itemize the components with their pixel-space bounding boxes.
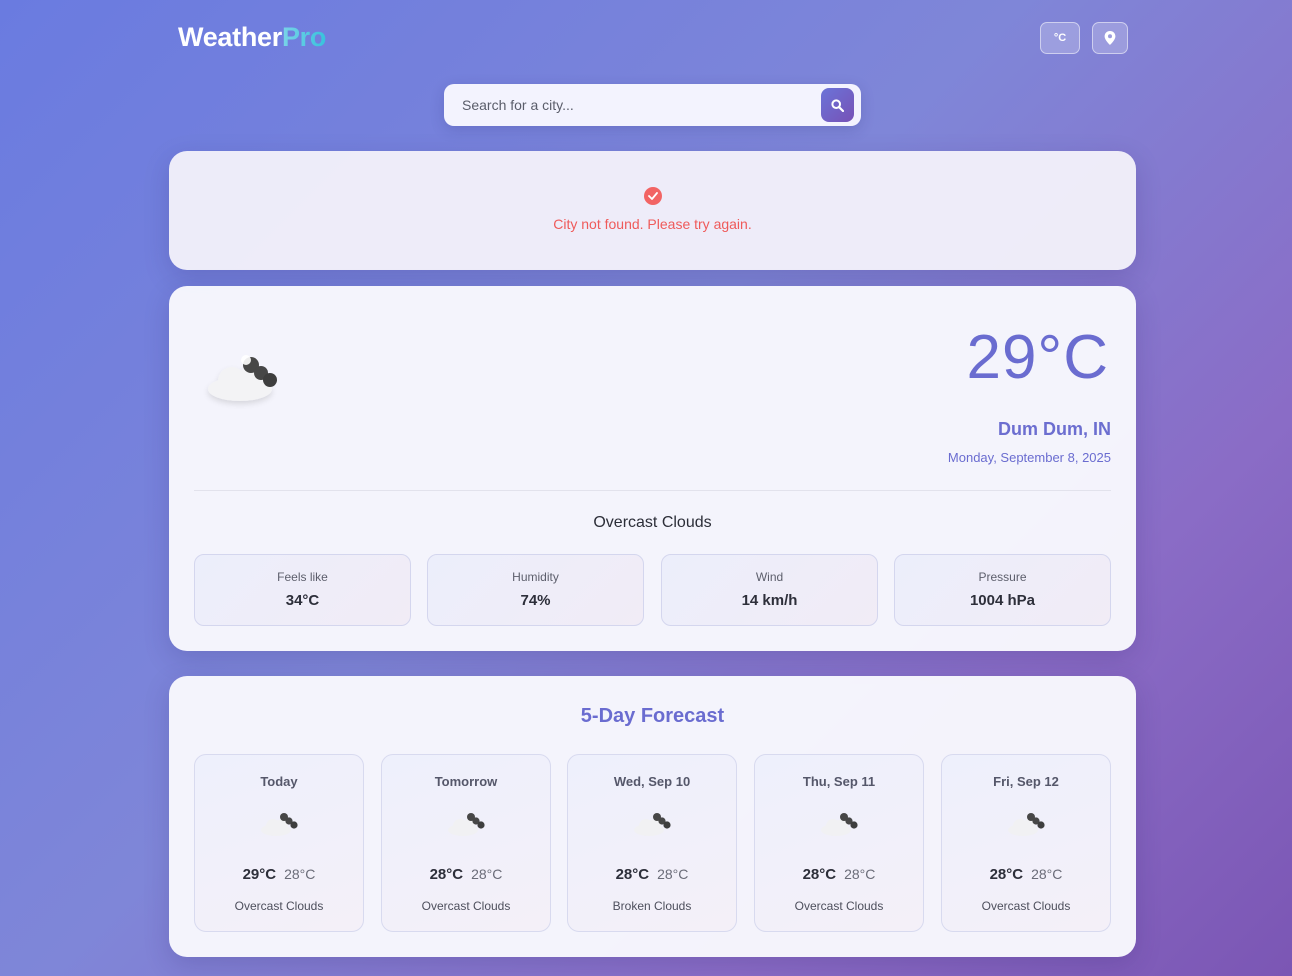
forecast-description: Overcast Clouds [421,899,511,913]
overcast-clouds-icon [448,813,485,836]
logo-main: Weather [178,22,282,52]
logo-accent: Pro [281,22,327,52]
forecast-high: 28°C [989,866,1024,883]
forecast-day-card[interactable]: Tomorrow 28°C 28°C Overcast Clouds [381,754,551,932]
current-date: Monday, September 8, 2025 [947,450,1111,465]
overcast-clouds-icon [821,813,858,836]
stat-value: 34°C [285,592,320,609]
broken-clouds-icon [634,813,671,836]
forecast-day-card[interactable]: Thu, Sep 11 28°C 28°C Overcast Clouds [754,754,924,932]
weather-description: Overcast Clouds [593,514,712,531]
stat-wind: Wind 14 km/h [661,554,878,626]
stat-pressure: Pressure 1004 hPa [894,554,1111,626]
stat-label: Pressure [978,570,1027,584]
overcast-clouds-icon [1008,813,1045,836]
forecast-temps: 28°C 28°C [382,866,550,883]
forecast-high: 28°C [429,866,464,883]
app-logo: WeatherPro [178,22,326,53]
forecast-low: 28°C [844,866,876,882]
forecast-description: Overcast Clouds [234,899,324,913]
forecast-low: 28°C [471,866,503,882]
forecast-description: Broken Clouds [612,899,692,913]
stat-label: Feels like [277,570,328,584]
stat-value: 74% [520,592,551,609]
city-name: Dum Dum, IN [997,419,1111,439]
forecast-low: 28°C [1031,866,1063,882]
forecast-day-name: Today [260,774,298,789]
search-input[interactable] [444,84,814,126]
stat-feels-like: Feels like 34°C [194,554,411,626]
header: WeatherPro °C [178,20,1128,60]
stat-label: Wind [755,570,784,584]
location-pin-icon [1104,31,1116,45]
divider [194,490,1111,491]
search-button[interactable] [821,88,854,122]
forecast-temps: 28°C 28°C [568,866,736,883]
check-circle-icon [644,187,662,205]
stat-label: Humidity [512,570,559,584]
forecast-description: Overcast Clouds [981,899,1071,913]
forecast-temps: 28°C 28°C [942,866,1110,883]
current-temperature: 29°C [966,323,1109,392]
forecast-description: Overcast Clouds [794,899,884,913]
error-card [169,151,1136,270]
forecast-day-card[interactable]: Today 29°C 28°C Overcast Clouds [194,754,364,932]
forecast-day-name: Wed, Sep 10 [613,774,691,789]
stat-value: 1004 hPa [969,592,1036,609]
forecast-day-name: Tomorrow [434,774,498,789]
forecast-high: 28°C [802,866,837,883]
unit-toggle-button[interactable]: °C [1040,22,1080,54]
overcast-clouds-icon [208,355,277,401]
forecast-low: 28°C [657,866,689,882]
search-icon [831,98,844,112]
forecast-day-name: Thu, Sep 11 [802,774,876,789]
forecast-day-name: Fri, Sep 12 [993,774,1059,789]
forecast-temps: 29°C 28°C [195,866,363,883]
forecast-day-card[interactable]: Fri, Sep 12 28°C 28°C Overcast Clouds [941,754,1111,932]
search-bar [444,84,861,126]
forecast-high: 28°C [615,866,650,883]
forecast-title: 5-Day Forecast [580,705,725,727]
stat-humidity: Humidity 74% [427,554,644,626]
location-button[interactable] [1092,22,1128,54]
error-message: City not found. Please try again. [553,216,752,232]
forecast-low: 28°C [284,866,316,882]
overcast-clouds-icon [261,813,298,836]
forecast-high: 29°C [242,866,277,883]
forecast-day-card[interactable]: Wed, Sep 10 28°C 28°C Broken Clouds [567,754,737,932]
forecast-temps: 28°C 28°C [755,866,923,883]
stat-value: 14 km/h [741,592,798,609]
